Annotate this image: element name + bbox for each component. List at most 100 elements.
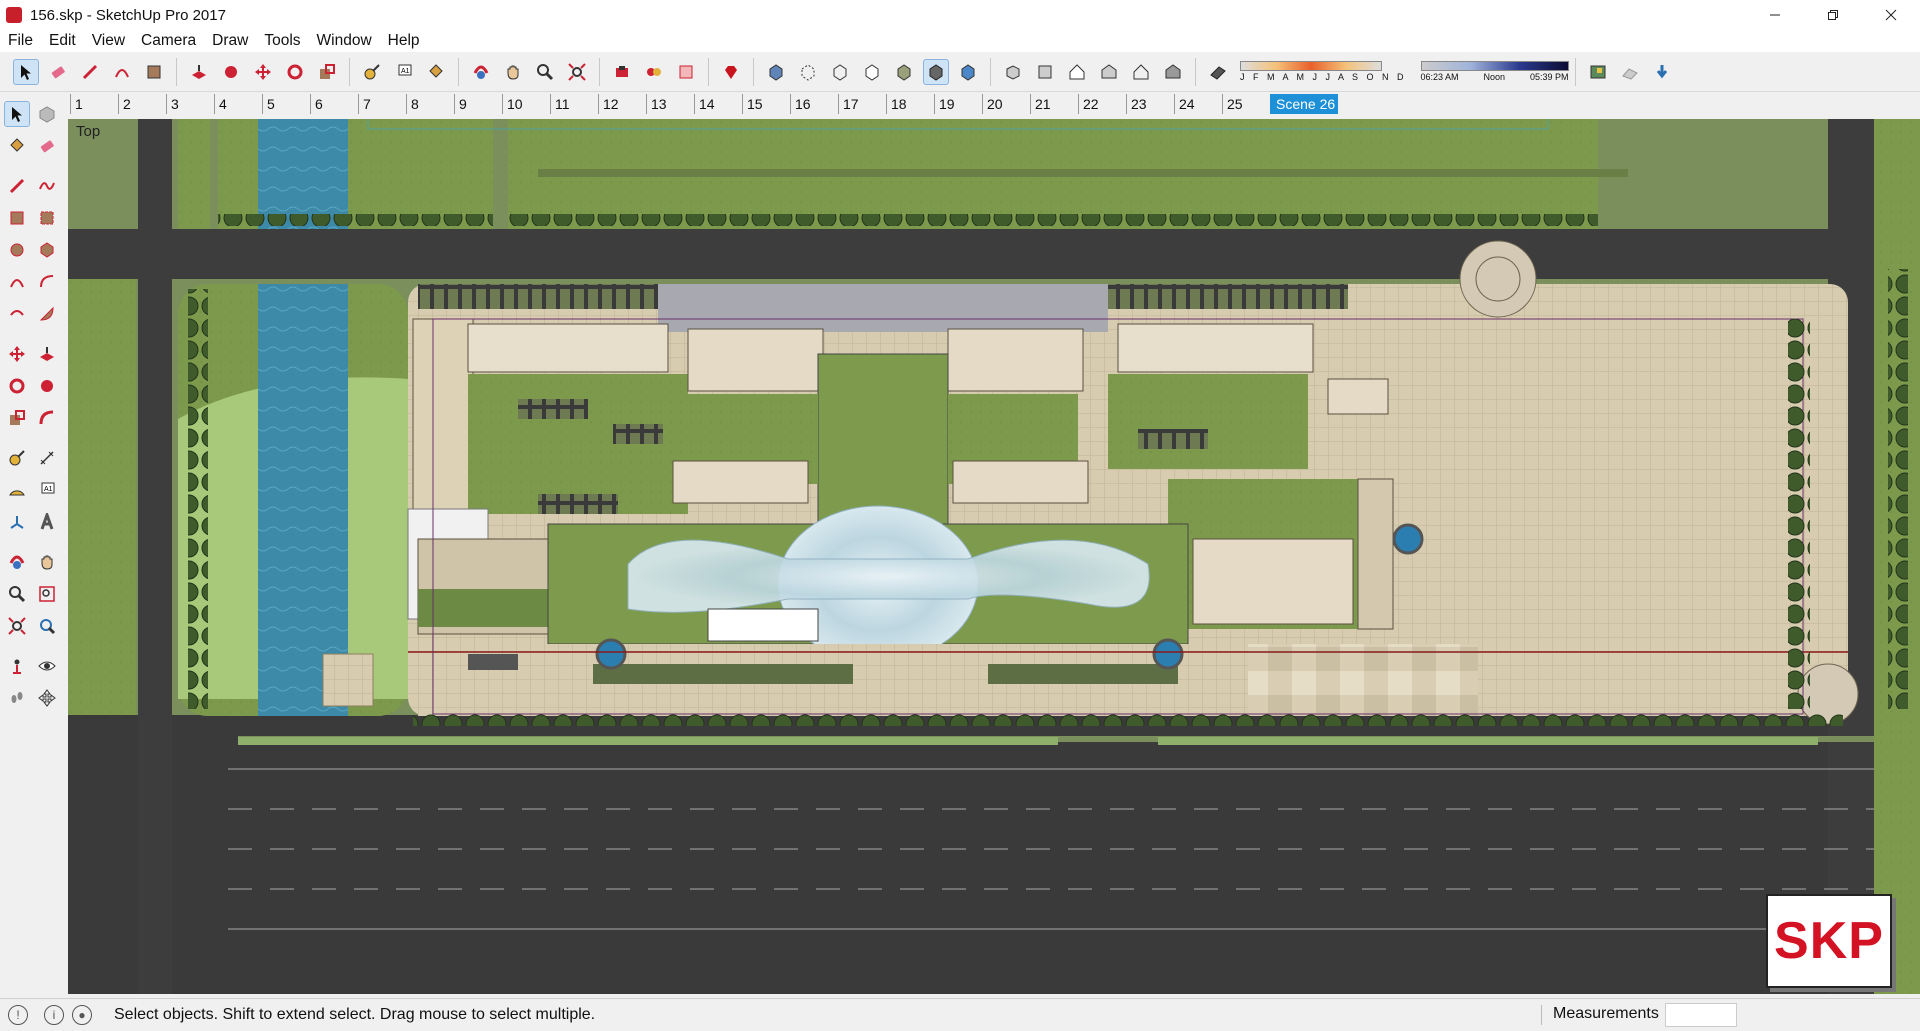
scene-tab-active[interactable]: Scene 26 bbox=[1270, 94, 1338, 114]
scene-tab[interactable]: 20 bbox=[982, 94, 1030, 114]
move-tool-button[interactable] bbox=[4, 341, 30, 367]
back-view-button[interactable] bbox=[1128, 59, 1154, 85]
geolocation-icon[interactable]: ! bbox=[8, 1005, 28, 1025]
offset-tool-button[interactable] bbox=[34, 405, 60, 431]
arc-tool-button[interactable] bbox=[4, 269, 30, 295]
back-edges-style-button[interactable] bbox=[795, 59, 821, 85]
scene-tab[interactable]: 6 bbox=[310, 94, 358, 114]
ruby-console-button[interactable] bbox=[718, 59, 744, 85]
scene-tab[interactable]: 16 bbox=[790, 94, 838, 114]
walk-tool-button[interactable] bbox=[4, 685, 30, 711]
zoom-tool-button[interactable] bbox=[4, 581, 30, 607]
close-button[interactable] bbox=[1862, 0, 1920, 30]
drawing-viewport[interactable]: Top SKP bbox=[68, 119, 1920, 994]
rectangle-tool-button[interactable] bbox=[4, 205, 30, 231]
scene-tab[interactable]: 4 bbox=[214, 94, 262, 114]
add-location-button[interactable] bbox=[1585, 59, 1611, 85]
top-view-button[interactable] bbox=[1032, 59, 1058, 85]
maximize-button[interactable] bbox=[1804, 0, 1862, 30]
scene-tab[interactable]: 25 bbox=[1222, 94, 1270, 114]
tape-measure-tool-button[interactable] bbox=[4, 445, 30, 471]
push-pull-tool-button[interactable] bbox=[34, 341, 60, 367]
scene-tab[interactable]: 19 bbox=[934, 94, 982, 114]
iso-view-button[interactable] bbox=[1000, 59, 1026, 85]
shadow-date-slider[interactable]: J F M A M J J A S O N D bbox=[1240, 61, 1407, 82]
protractor-tool-button[interactable] bbox=[4, 477, 30, 503]
menu-view[interactable]: View bbox=[84, 32, 133, 50]
zoom-tool-button[interactable] bbox=[532, 59, 558, 85]
make-component-button[interactable] bbox=[34, 101, 60, 127]
minimize-button[interactable] bbox=[1746, 0, 1804, 30]
look-around-tool-button[interactable] bbox=[34, 653, 60, 679]
scene-tab[interactable]: 23 bbox=[1126, 94, 1174, 114]
shaded-style-button[interactable] bbox=[891, 59, 917, 85]
scene-tab[interactable]: 21 bbox=[1030, 94, 1078, 114]
pie-tool-button[interactable] bbox=[34, 301, 60, 327]
polygon-tool-button[interactable] bbox=[34, 237, 60, 263]
move-tool-button[interactable] bbox=[250, 59, 276, 85]
text-tool-button[interactable]: A1 bbox=[391, 59, 417, 85]
shadow-date-bar[interactable] bbox=[1240, 61, 1382, 71]
xray-style-button[interactable] bbox=[763, 59, 789, 85]
wireframe-style-button[interactable] bbox=[827, 59, 853, 85]
tape-measure-tool-button[interactable] bbox=[359, 59, 385, 85]
circle-tool-button[interactable] bbox=[4, 237, 30, 263]
warehouse-button[interactable] bbox=[609, 59, 635, 85]
scene-tab[interactable]: 9 bbox=[454, 94, 502, 114]
menu-camera[interactable]: Camera bbox=[133, 32, 204, 50]
scale-tool-button[interactable] bbox=[314, 59, 340, 85]
scene-tab[interactable]: 14 bbox=[694, 94, 742, 114]
menu-file[interactable]: File bbox=[0, 32, 41, 50]
shadow-time-bar[interactable] bbox=[1420, 61, 1569, 71]
line-tool-button[interactable] bbox=[77, 59, 103, 85]
scene-tab[interactable]: 10 bbox=[502, 94, 550, 114]
rotated-rectangle-tool-button[interactable] bbox=[34, 205, 60, 231]
hidden-line-style-button[interactable] bbox=[859, 59, 885, 85]
scene-tab[interactable]: 3 bbox=[166, 94, 214, 114]
left-view-button[interactable] bbox=[1160, 59, 1186, 85]
follow-me-tool-button[interactable] bbox=[34, 373, 60, 399]
two-point-arc-tool-button[interactable] bbox=[34, 269, 60, 295]
scene-tab[interactable]: 13 bbox=[646, 94, 694, 114]
menu-draw[interactable]: Draw bbox=[204, 32, 256, 50]
eraser-tool-button[interactable] bbox=[34, 133, 60, 159]
position-camera-tool-button[interactable] bbox=[4, 653, 30, 679]
previous-view-button[interactable] bbox=[34, 613, 60, 639]
scale-tool-button[interactable] bbox=[4, 405, 30, 431]
paint-bucket-tool-button[interactable] bbox=[423, 59, 449, 85]
three-point-arc-tool-button[interactable] bbox=[4, 301, 30, 327]
select-tool-button[interactable] bbox=[4, 101, 30, 127]
text-tool-button[interactable]: A1 bbox=[34, 477, 60, 503]
pan-tool-button[interactable] bbox=[500, 59, 526, 85]
menu-window[interactable]: Window bbox=[309, 32, 380, 50]
extension-warehouse-button[interactable] bbox=[673, 59, 699, 85]
menu-help[interactable]: Help bbox=[380, 32, 428, 50]
scene-tab[interactable]: 22 bbox=[1078, 94, 1126, 114]
push-pull-tool-button[interactable] bbox=[186, 59, 212, 85]
photo-textures-button[interactable] bbox=[1649, 59, 1675, 85]
zoom-extents-tool-button[interactable] bbox=[564, 59, 590, 85]
select-tool-button[interactable] bbox=[13, 58, 39, 85]
line-tool-button[interactable] bbox=[4, 173, 30, 199]
scene-tab[interactable]: 7 bbox=[358, 94, 406, 114]
scene-tab[interactable]: 1 bbox=[70, 94, 118, 114]
rectangle-tool-button[interactable] bbox=[141, 59, 167, 85]
follow-me-tool-button[interactable] bbox=[218, 59, 244, 85]
front-view-button[interactable] bbox=[1064, 59, 1090, 85]
menu-tools[interactable]: Tools bbox=[256, 32, 308, 50]
arc-tool-button[interactable] bbox=[109, 59, 135, 85]
scene-tab[interactable]: 8 bbox=[406, 94, 454, 114]
shadows-toggle-button[interactable] bbox=[1205, 59, 1231, 85]
freehand-tool-button[interactable] bbox=[34, 173, 60, 199]
share-model-button[interactable] bbox=[641, 59, 667, 85]
zoom-extents-tool-button[interactable] bbox=[4, 613, 30, 639]
zoom-window-tool-button[interactable] bbox=[34, 581, 60, 607]
scene-tab[interactable]: 24 bbox=[1174, 94, 1222, 114]
credits-icon[interactable]: i bbox=[44, 1005, 64, 1025]
orbit-tool-button[interactable] bbox=[4, 549, 30, 575]
user-account-icon[interactable]: ● bbox=[72, 1005, 92, 1025]
rotate-tool-button[interactable] bbox=[4, 373, 30, 399]
3d-text-tool-button[interactable] bbox=[34, 509, 60, 535]
scene-tab[interactable]: 5 bbox=[262, 94, 310, 114]
shadow-time-slider[interactable]: 06:23 AM Noon 05:39 PM bbox=[1420, 61, 1569, 82]
